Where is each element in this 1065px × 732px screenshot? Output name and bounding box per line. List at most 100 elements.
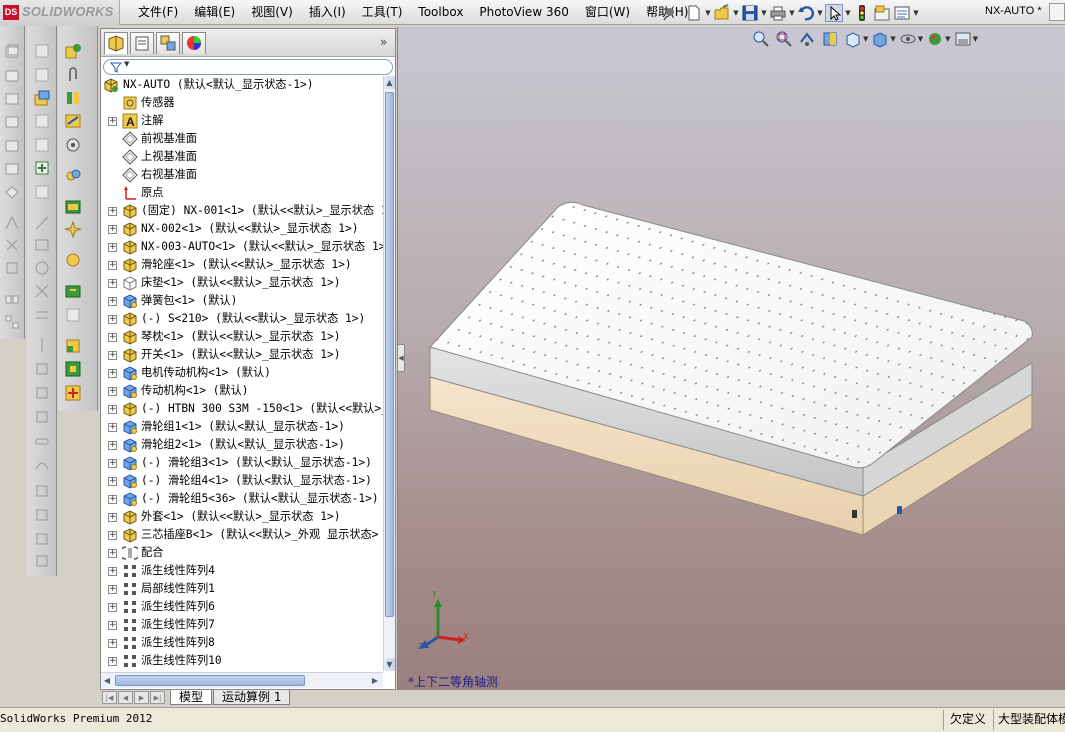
loft-icon[interactable] [3, 136, 21, 154]
prev-tab-icon[interactable]: ◀ [118, 691, 133, 704]
open-icon[interactable] [713, 3, 731, 22]
centerline-icon[interactable] [33, 506, 51, 524]
expand-icon[interactable]: + [108, 225, 117, 234]
menu-insert[interactable]: 插入(I) [301, 4, 354, 22]
menu-window[interactable]: 窗口(W) [577, 4, 638, 22]
expand-icon[interactable]: + [108, 585, 117, 594]
scroll-thumb[interactable] [385, 92, 394, 617]
tree-item[interactable]: + 派生线性阵列7 [101, 616, 383, 634]
tree-item[interactable]: + 弹簧包<1> (默认) [101, 292, 383, 310]
apply-scene-icon[interactable] [954, 30, 972, 48]
rebuild-icon[interactable] [64, 360, 82, 378]
select-cursor-icon[interactable] [825, 3, 843, 22]
tree-item[interactable]: + NX-002<1> (默认<<默认>_显示状态 1>) [101, 220, 383, 238]
scroll-down-icon[interactable]: ▼ [384, 658, 395, 671]
move-component-icon[interactable] [33, 159, 51, 177]
print-icon[interactable] [769, 4, 787, 22]
tree-item[interactable]: + 传动机构<1> (默认) [101, 382, 383, 400]
update-speedpak-icon[interactable] [64, 251, 82, 269]
pushpin-icon[interactable] [661, 4, 679, 22]
new-dropdown-icon[interactable]: ▼ [704, 4, 712, 22]
insert-component-icon[interactable] [33, 89, 51, 107]
circle-icon[interactable] [33, 259, 51, 277]
boundary-icon[interactable] [3, 159, 21, 177]
trim-icon[interactable] [33, 282, 51, 300]
explode-view-icon[interactable] [64, 112, 82, 130]
rib-icon[interactable] [3, 236, 21, 254]
last-tab-icon[interactable]: ▶| [150, 691, 165, 704]
sketch-tool-icon[interactable] [3, 42, 21, 60]
tree-item[interactable]: + (-) 滑轮组3<1> (默认<默认_显示状态-1>) [101, 454, 383, 472]
tree-item[interactable]: + 滑轮组1<1> (默认<默认_显示状态-1>) [101, 418, 383, 436]
tree-item[interactable]: + 三芯插座B<1> (默认<<默认>_外观 显示状态> [101, 526, 383, 544]
tree-item[interactable]: + (-) 滑轮组5<36> (默认<默认_显示状态-1>) [101, 490, 383, 508]
tree-item[interactable]: + (-) HTBN 300 S3M -150<1> (默认<<默认>_外 [101, 400, 383, 418]
expand-icon[interactable]: + [108, 423, 117, 432]
tree-item[interactable]: 传感器 [101, 94, 383, 112]
panel-collapse-handle[interactable]: ◀ [397, 344, 405, 372]
menu-toolbox[interactable]: Toolbox [410, 4, 471, 22]
next-tab-icon[interactable]: ▶ [134, 691, 149, 704]
check-icon[interactable] [64, 384, 82, 402]
expand-icon[interactable]: + [108, 531, 117, 540]
tree-item[interactable]: + NX-003-AUTO<1> (默认<<默认>_显示状态 1>) [101, 238, 383, 256]
expand-icon[interactable]: + [108, 279, 117, 288]
tree-item[interactable]: + 滑轮组2<1> (默认<默认_显示状态-1>) [101, 436, 383, 454]
line-icon[interactable] [33, 214, 51, 232]
expand-icon[interactable]: + [108, 603, 117, 612]
wrap-icon[interactable] [3, 259, 21, 277]
select-dropdown-icon[interactable]: ▼ [844, 4, 852, 22]
expand-icon[interactable]: + [108, 441, 117, 450]
edit-appearance-icon[interactable] [926, 30, 944, 48]
bill-of-materials-icon[interactable] [64, 198, 82, 216]
extrude-icon[interactable] [3, 66, 21, 84]
expand-icon[interactable]: + [108, 621, 117, 630]
filter-dropdown-icon[interactable]: ▼ [124, 60, 129, 68]
smart-fasteners-icon[interactable] [64, 89, 82, 107]
scroll-up-icon[interactable]: ▲ [384, 76, 395, 89]
show-hidden-icon[interactable] [33, 183, 51, 201]
point-icon[interactable] [33, 482, 51, 500]
expand-icon[interactable]: + [108, 639, 117, 648]
expand-icon[interactable]: + [108, 549, 117, 558]
tree-item[interactable]: + (-) 滑轮组4<1> (默认<默认_显示状态-1>) [101, 472, 383, 490]
save-dropdown-icon[interactable]: ▼ [760, 4, 768, 22]
mirror-icon[interactable] [3, 290, 21, 308]
rectangle-icon[interactable] [33, 236, 51, 254]
quick-snaps-icon[interactable] [33, 408, 51, 426]
view-orientation-dropdown-icon[interactable]: ▼ [863, 35, 868, 43]
display-style-icon[interactable] [871, 30, 889, 48]
tree-filter-input[interactable]: ▼ [103, 59, 393, 75]
hide-show-dropdown-icon[interactable]: ▼ [918, 35, 923, 43]
tree-item[interactable]: + 床垫<1> (默认<<默认>_显示状态 1>) [101, 274, 383, 292]
assembly-visualization-icon[interactable] [64, 337, 82, 355]
apply-scene-dropdown-icon[interactable]: ▼ [973, 35, 978, 43]
expand-icon[interactable]: + [108, 297, 117, 306]
tree-item[interactable]: + 滑轮座<1> (默认<<默认>_显示状态 1>) [101, 256, 383, 274]
tree-item[interactable]: 原点 [101, 184, 383, 202]
spline-icon[interactable] [33, 456, 51, 474]
repair-sketch-icon[interactable] [33, 384, 51, 402]
property-manager-tab[interactable] [130, 32, 154, 54]
solidworks-logo[interactable]: DS SOLIDWORKS [0, 0, 120, 25]
scroll-left-icon[interactable]: ◀ [101, 674, 113, 688]
tree-item[interactable]: + A 注解 [101, 112, 383, 130]
tree-item[interactable]: + 琴枕<1> (默认<<默认>_显示状态 1>) [101, 328, 383, 346]
offset-icon[interactable] [33, 306, 51, 324]
tree-item[interactable]: + 派生线性阵列6 [101, 598, 383, 616]
slot-icon[interactable] [33, 432, 51, 450]
zoom-area-icon[interactable] [775, 30, 793, 48]
tree-item[interactable]: 上视基准面 [101, 148, 383, 166]
menu-edit[interactable]: 编辑(E) [186, 4, 243, 22]
hide-show-icon[interactable] [899, 30, 917, 48]
revolve-icon[interactable] [3, 89, 21, 107]
expand-icon[interactable]: + [108, 333, 117, 342]
properties-dropdown-icon[interactable]: ▼ [912, 4, 920, 22]
configuration-manager-tab[interactable] [156, 32, 180, 54]
chevron-right-icon[interactable]: » [380, 35, 387, 49]
expand-icon[interactable]: + [108, 477, 117, 486]
tab-motion-study[interactable]: 运动算例 1 [213, 690, 291, 705]
tree-item[interactable]: + 派生线性阵列10 [101, 652, 383, 670]
save-icon[interactable] [741, 4, 759, 22]
new-document-icon[interactable] [685, 4, 703, 22]
